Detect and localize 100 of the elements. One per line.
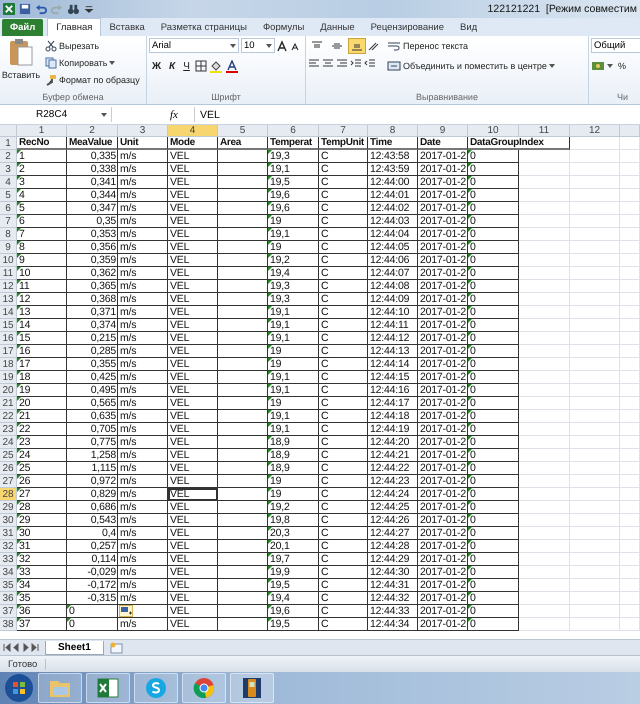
table-cell <box>218 306 268 319</box>
table-cell: VEL <box>168 488 218 501</box>
ribbon-tab[interactable]: Вид <box>452 19 486 36</box>
format-painter-button[interactable]: Формат по образцу <box>42 72 143 88</box>
formula-field[interactable]: VEL <box>194 107 640 122</box>
font-size-field[interactable]: 10 <box>241 38 275 53</box>
empty-cell <box>570 254 620 267</box>
row-header: 6 <box>0 202 17 215</box>
table-cell <box>218 280 268 293</box>
sheet-navigation-icon[interactable] <box>3 643 41 652</box>
table-cell <box>218 540 268 553</box>
empty-cell <box>519 319 570 332</box>
table-cell: 0,362 <box>67 267 118 280</box>
ribbon-tab[interactable]: Формулы <box>254 19 312 36</box>
save-icon[interactable] <box>19 3 31 15</box>
table-cell: VEL <box>168 371 218 384</box>
table-cell <box>218 514 268 527</box>
table-cell: m/s <box>118 618 168 631</box>
ribbon-tab[interactable]: Рецензирование <box>362 19 452 36</box>
table-cell: 12:44:29 <box>368 553 418 566</box>
number-format-field[interactable]: Общий <box>591 38 640 53</box>
binoculars-icon[interactable] <box>67 3 79 15</box>
font-color-icon[interactable] <box>224 60 239 72</box>
align-button[interactable] <box>348 38 366 54</box>
table-cell: C <box>319 306 368 319</box>
device-button[interactable] <box>230 673 274 703</box>
column-title: DataGroupIndex <box>468 137 570 150</box>
bold-button[interactable]: Ж <box>149 58 164 74</box>
align-icon[interactable] <box>322 58 334 68</box>
row-header: 2 <box>0 150 17 163</box>
percent-button[interactable]: % <box>615 58 630 74</box>
table-cell: 18,9 <box>268 436 319 449</box>
borders-icon[interactable] <box>194 60 207 72</box>
table-cell: 19,5 <box>268 618 319 631</box>
caret-icon[interactable] <box>266 44 272 48</box>
table-cell <box>218 592 268 605</box>
table-cell: C <box>319 514 368 527</box>
table-cell <box>218 189 268 202</box>
ribbon-tab[interactable]: Данные <box>312 19 363 36</box>
ribbon-tab[interactable]: Разметка страницы <box>152 19 255 36</box>
table-cell: VEL <box>168 150 218 163</box>
table-cell: 30 <box>17 527 67 540</box>
table-cell: 0 <box>468 176 519 189</box>
function-button[interactable]: fx <box>170 108 188 120</box>
caret-icon[interactable] <box>607 64 613 68</box>
align-icon[interactable] <box>336 58 348 68</box>
table-cell: 32 <box>17 553 67 566</box>
fill-color-icon[interactable] <box>208 60 223 72</box>
table-cell: 12:44:02 <box>368 202 418 215</box>
undo-icon[interactable] <box>35 3 47 15</box>
wrap-text-button[interactable]: Перенос текста <box>384 38 558 54</box>
row-header: 11 <box>0 267 17 280</box>
table-cell: 19 <box>268 215 319 228</box>
table-cell: 33 <box>17 566 67 579</box>
font-name-field[interactable]: Arial <box>149 38 239 53</box>
sheet-tab[interactable]: Sheet1 <box>45 641 104 655</box>
paste-options-icon[interactable] <box>119 605 133 617</box>
table-cell: 20,3 <box>268 527 319 540</box>
table-cell: VEL <box>168 163 218 176</box>
row-header: 24 <box>0 436 17 449</box>
currency-icon[interactable] <box>591 60 605 72</box>
spreadsheet-icon[interactable] <box>3 3 15 15</box>
table-cell: C <box>319 618 368 631</box>
table-cell <box>218 332 268 345</box>
table-cell: 2017-01-2 <box>418 488 468 501</box>
italic-button[interactable]: К <box>166 58 178 74</box>
ribbon-tab[interactable]: Главная <box>47 18 102 36</box>
table-cell: 0 <box>468 462 519 475</box>
merge-center-button[interactable]: Объединить и поместить в центре <box>384 58 558 74</box>
start-button[interactable] <box>4 673 34 703</box>
file-tab[interactable]: Файл <box>2 19 44 36</box>
table-cell: 19,1 <box>268 423 319 436</box>
new-sheet-icon[interactable] <box>108 642 124 654</box>
table-cell: 12:44:26 <box>368 514 418 527</box>
grow-font-icon[interactable] <box>277 40 289 52</box>
caret-icon[interactable] <box>230 44 236 48</box>
table-cell: m/s <box>118 267 168 280</box>
chat-button[interactable] <box>134 673 178 703</box>
table-cell: 0,368 <box>67 293 118 306</box>
paste-button[interactable]: Вставить <box>2 38 40 92</box>
spreadsheet-button[interactable] <box>86 673 130 703</box>
ribbon-tab[interactable]: Вставка <box>101 19 153 36</box>
align-icon[interactable] <box>350 58 362 68</box>
name-box[interactable]: R28C4 <box>0 107 112 122</box>
align-icon[interactable] <box>364 58 376 68</box>
empty-cell <box>570 501 620 514</box>
customize-icon[interactable] <box>83 3 95 15</box>
align-icon[interactable] <box>308 58 320 68</box>
table-cell: 0 <box>468 189 519 202</box>
table-cell <box>218 176 268 189</box>
table-cell: -0,029 <box>67 566 118 579</box>
table-cell: 35 <box>17 592 67 605</box>
table-cell: 21 <box>17 410 67 423</box>
shrink-font-icon[interactable] <box>291 40 301 50</box>
table-cell: 2017-01-2 <box>418 189 468 202</box>
table-cell: 2017-01-2 <box>418 410 468 423</box>
empty-cell <box>519 462 570 475</box>
underline-button[interactable]: Ч <box>180 58 193 74</box>
cut-button[interactable]: Вырезать <box>42 38 143 54</box>
copy-button[interactable]: Копировать <box>42 55 143 71</box>
